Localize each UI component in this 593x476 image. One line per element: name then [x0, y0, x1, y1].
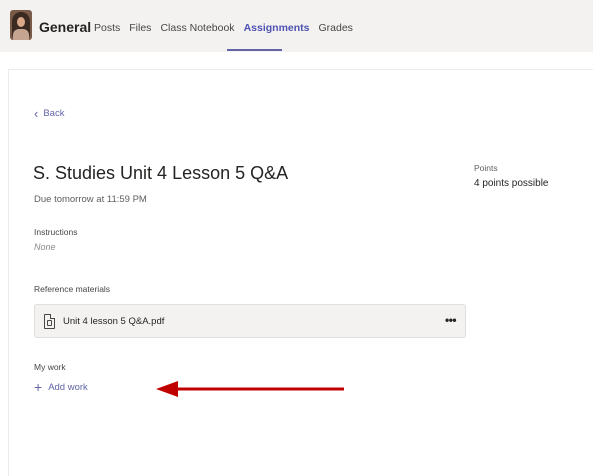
reference-file-name: Unit 4 lesson 5 Q&A.pdf [63, 316, 165, 327]
team-avatar[interactable] [10, 10, 32, 40]
my-work-label: My work [34, 362, 66, 372]
pdf-file-icon [44, 313, 56, 329]
tab-posts[interactable]: Posts [94, 22, 120, 34]
back-label: Back [43, 108, 65, 119]
back-chevron-icon: ‹ [34, 106, 39, 121]
back-button[interactable]: ‹ Back [34, 107, 64, 120]
tab-files[interactable]: Files [129, 22, 151, 34]
add-work-button[interactable]: + Add work [34, 380, 88, 394]
top-bar: General Posts Files Class Notebook Assig… [0, 0, 593, 52]
due-date: Due tomorrow at 11:59 PM [34, 194, 147, 205]
tab-class-notebook[interactable]: Class Notebook [160, 22, 234, 34]
tab-assignments[interactable]: Assignments [244, 22, 310, 34]
tab-bar: Posts Files Class Notebook Assignments G… [94, 22, 353, 34]
points-value: 4 points possible [474, 178, 549, 189]
annotation-arrow [156, 381, 344, 397]
channel-title: General [39, 19, 92, 35]
tab-grades[interactable]: Grades [319, 22, 353, 34]
reference-materials-label: Reference materials [34, 284, 111, 294]
instructions-value: None [34, 242, 56, 252]
plus-icon: + [34, 379, 43, 395]
instructions-label: Instructions [34, 227, 78, 237]
more-options-icon[interactable]: ••• [445, 313, 457, 327]
active-tab-indicator [227, 49, 282, 51]
reference-file-card[interactable]: Unit 4 lesson 5 Q&A.pdf ••• [34, 304, 466, 338]
assignment-panel [8, 69, 593, 476]
points-label: Points [474, 163, 498, 173]
assignment-title: S. Studies Unit 4 Lesson 5 Q&A [33, 163, 289, 183]
add-work-label: Add work [48, 381, 88, 393]
